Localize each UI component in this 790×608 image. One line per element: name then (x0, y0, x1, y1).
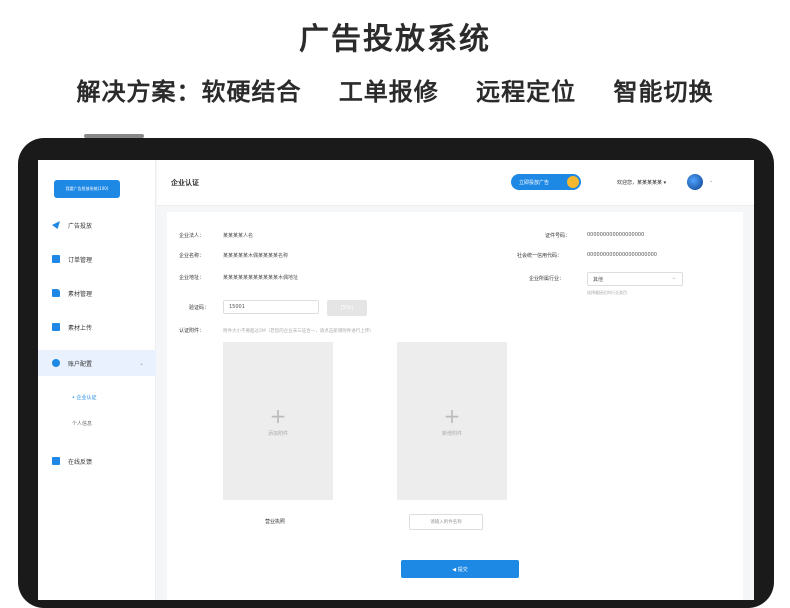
send-code-button[interactable]: [50s] (327, 300, 367, 316)
upload-icon (52, 323, 60, 331)
chevron-down-icon[interactable]: ⌄ (709, 178, 713, 184)
sidebar-top-button[interactable]: 我要广告投放系统(100) (54, 180, 120, 198)
hero-title: 广告投放系统 (299, 22, 491, 57)
address-label: 企业地址： (179, 275, 205, 281)
license-caption: 营业执照 (265, 519, 286, 525)
upload-box-license[interactable]: + 添加附件 (223, 342, 333, 500)
chevron-down-icon: ⌄ (138, 359, 144, 367)
hero-subtitle: 解决方案：软硬结合 工单报修 远程定位 智能切换 (0, 72, 790, 107)
coin-icon (567, 176, 579, 188)
industry-hint: 选择最接近的行业类目 (587, 290, 627, 295)
order-icon (52, 255, 60, 263)
sidebar-item-label: 在线反馈 (68, 458, 93, 466)
sidebar-subitem-personal-info[interactable]: 个人信息 (38, 420, 156, 427)
upload-box-label: 添加附件 (267, 430, 288, 437)
tablet-screen: 我要广告投放系统(100) 广告投放 订单管理 素材管理 素材上传 账户配置 ⌄ (38, 160, 754, 600)
credit-label: 社会统一信用代码： (517, 253, 563, 259)
sidebar-item-ad-delivery[interactable]: 广告投放 (38, 212, 156, 238)
sidebar-item-account[interactable]: 账户配置 ⌄ (38, 350, 156, 376)
feedback-icon (52, 457, 60, 465)
legal-label: 企业法人： (179, 233, 205, 239)
name-label: 企业名称： (179, 253, 205, 259)
sidebar-item-label: 素材上传 (68, 324, 93, 332)
topbar: 企业认证 立即投放广告 欢迎您，某某某某某 ▾ ⌄ (157, 160, 754, 206)
sidebar-item-label: 素材管理 (68, 290, 93, 298)
code-input[interactable]: 15001 (223, 300, 319, 314)
plus-icon: + (443, 403, 461, 428)
sidebar-item-label: 订单管理 (68, 256, 93, 264)
send-icon (52, 221, 60, 229)
tablet-frame: 我要广告投放系统(100) 广告投放 订单管理 素材管理 素材上传 账户配置 ⌄ (18, 134, 774, 608)
sidebar-item-label: 账户配置 (68, 360, 93, 368)
sidebar-item-feedback[interactable]: 在线反馈 (38, 448, 156, 474)
name-value: 某某某某某木偶某某某某名称 (223, 253, 289, 259)
attachment-name-input[interactable]: 请输入附件名称 (409, 514, 483, 530)
legal-value: 某某某某人名 (223, 233, 254, 239)
avatar[interactable] (687, 174, 703, 190)
attach-hint: 附件大小不要超过2M（若您的企业未三证合一，请点击新增附件进行上传） (223, 329, 374, 334)
plus-icon: + (269, 403, 287, 428)
cert-value: 000000000000000000 (587, 232, 645, 238)
submit-button[interactable]: ◀ 提交 (401, 560, 519, 578)
attach-label: 认证附件： (179, 328, 205, 334)
launch-ad-label: 立即投放广告 (519, 179, 550, 186)
upload-box-label: 新增附件 (441, 430, 462, 437)
sidebar-item-materials[interactable]: 素材管理 (38, 280, 156, 306)
page-title: 企业认证 (171, 179, 199, 187)
credit-value: 0000000000000000000000 (587, 252, 657, 258)
upload-box-new[interactable]: + 新增附件 (397, 342, 507, 500)
hero-subtitle-item: 智能切换 (613, 78, 714, 106)
launch-ad-button[interactable]: 立即投放广告 (511, 174, 581, 190)
sidebar-item-orders[interactable]: 订单管理 (38, 246, 156, 272)
industry-select-value: 其他 (593, 277, 604, 283)
address-value: 某某某某某某某某某某某木偶地址 (223, 275, 299, 281)
folder-icon (52, 289, 60, 297)
enterprise-auth-form: 企业法人： 某某某某人名 企业名称： 某某某某某木偶某某某某名称 企业地址： 某… (167, 212, 743, 600)
tablet-camera (84, 134, 144, 138)
chevron-down-icon: ⌄ (671, 275, 676, 281)
industry-select[interactable]: 其他 ⌄ (587, 272, 683, 286)
sidebar-item-label: 广告投放 (68, 222, 93, 230)
cert-label: 证件号码： (545, 233, 571, 239)
industry-label: 企业所属行业： (529, 276, 565, 282)
code-label: 验证码： (189, 305, 210, 311)
hero-subtitle-item: 工单报修 (338, 78, 439, 106)
welcome-text: 欢迎您，某某某某某 ▾ (617, 180, 667, 186)
hero-subtitle-item: 解决方案：软硬结合 (76, 78, 302, 106)
hero-subtitle-item: 远程定位 (476, 78, 577, 106)
gear-icon (52, 359, 60, 367)
sidebar-item-upload[interactable]: 素材上传 (38, 314, 156, 340)
sidebar: 我要广告投放系统(100) 广告投放 订单管理 素材管理 素材上传 账户配置 ⌄ (38, 160, 156, 600)
sidebar-subitem-enterprise-auth[interactable]: • 企业认证 (38, 394, 156, 401)
